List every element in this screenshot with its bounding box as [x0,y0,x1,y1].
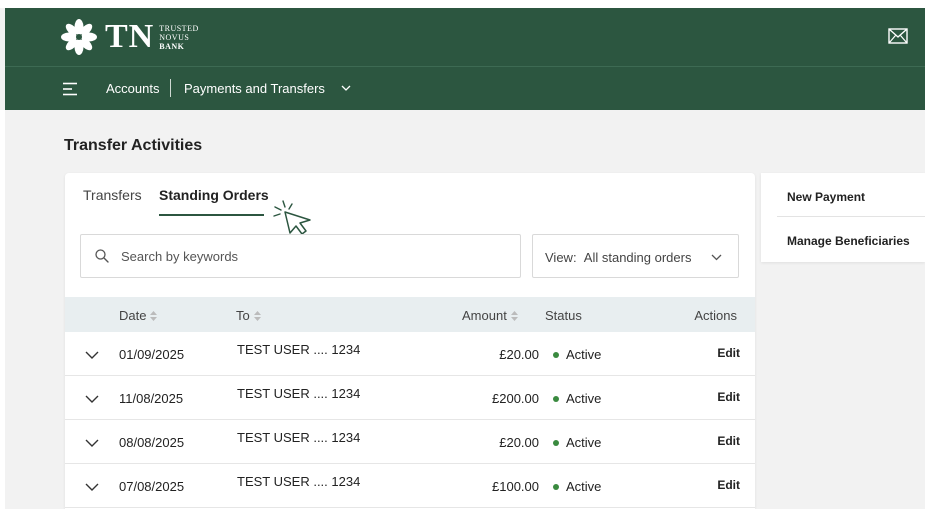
chevron-down-icon[interactable] [85,483,99,491]
row-to: TEST USER .... 1234 [237,474,361,489]
search-input[interactable] [121,235,511,277]
row-to: TEST USER .... 1234 [237,430,361,445]
nav-payments-link[interactable]: Payments and Transfers [184,81,325,96]
column-header-amount-label: Amount [462,308,507,323]
logo-tagline: TRUSTED NOVUS BANK [159,24,199,51]
search-icon [95,249,109,263]
sort-icon [253,310,261,321]
edit-button[interactable]: Edit [717,434,740,448]
status-badge: Active [553,347,601,362]
column-header-status-label: Status [545,308,582,323]
tagline-line-2: NOVUS [159,32,190,42]
view-filter-select[interactable]: View: All standing orders [532,234,739,278]
mail-icon[interactable] [888,28,908,44]
chevron-down-icon [711,254,722,261]
nav-separator [170,79,171,97]
pointer-cursor-icon [273,200,311,235]
row-status: Active [566,479,602,494]
row-status: Active [566,391,602,406]
column-header-actions-label: Actions [694,308,737,323]
manage-beneficiaries-link[interactable]: Manage Beneficiaries [787,234,910,248]
top-strip [0,0,925,8]
sort-icon [510,310,518,321]
tagline-line-3: BANK [159,41,185,51]
column-header-date-label: Date [119,308,147,323]
column-header-actions: Actions [694,308,737,323]
chevron-down-icon[interactable] [341,85,351,92]
status-dot [553,483,559,490]
row-amount: £100.00 [492,479,539,494]
view-filter-prefix: View: [545,250,577,265]
row-amount: £200.00 [492,391,539,406]
logo-text: TN [105,18,155,55]
column-header-amount[interactable]: Amount [462,308,518,323]
chevron-down-icon[interactable] [85,395,99,403]
tab-standing-orders[interactable]: Standing Orders [159,187,269,203]
search-box[interactable] [80,234,521,278]
divider [777,216,925,217]
active-tab-indicator [159,214,264,216]
chevron-down-icon[interactable] [85,439,99,447]
edit-button[interactable]: Edit [717,390,740,404]
column-header-to[interactable]: To [236,308,261,323]
bank-logo[interactable]: TN TRUSTED NOVUS BANK [61,18,199,56]
status-badge: Active [553,479,601,494]
left-strip [0,110,5,509]
main-nav: Accounts Payments and Transfers [5,66,925,110]
table-header: Date To Amount Status Actions [65,297,755,332]
column-header-date[interactable]: Date [119,308,158,323]
row-to: TEST USER .... 1234 [237,342,361,357]
row-date: 07/08/2025 [119,479,185,494]
nav-accounts-link[interactable]: Accounts [106,81,159,96]
row-status: Active [566,347,602,362]
row-date: 01/09/2025 [119,347,185,362]
table-row: 01/09/2025 TEST USER .... 1234 £20.00 Ac… [65,332,755,376]
top-header: TN TRUSTED NOVUS BANK [5,8,925,66]
column-header-status: Status [545,308,582,323]
view-filter-label: View: All standing orders [545,250,691,265]
hamburger-menu-icon[interactable] [63,82,77,96]
star-flower-logo-icon [61,19,97,55]
status-dot [553,351,559,358]
tagline-line-1: TRUSTED [159,23,199,33]
quick-actions-panel: New Payment Manage Beneficiaries [761,173,925,262]
transfer-activities-card: Transfers Standing Orders View: All stan… [65,173,755,509]
row-status: Active [566,435,602,450]
page-title: Transfer Activities [64,137,203,154]
view-filter-value: All standing orders [583,250,692,265]
status-dot [553,395,559,402]
table-row: 08/08/2025 TEST USER .... 1234 £20.00 Ac… [65,420,755,464]
row-date: 11/08/2025 [119,391,184,406]
column-header-to-label: To [236,308,250,323]
tab-transfers[interactable]: Transfers [83,187,142,203]
row-to: TEST USER .... 1234 [237,386,361,401]
status-dot [553,439,559,446]
status-badge: Active [553,391,601,406]
row-amount: £20.00 [499,347,539,362]
row-amount: £20.00 [499,435,539,450]
edit-button[interactable]: Edit [717,346,740,360]
table-row: 07/08/2025 TEST USER .... 1234 £100.00 A… [65,464,755,508]
status-badge: Active [553,435,601,450]
table-row: 11/08/2025 TEST USER .... 1234 £200.00 A… [65,376,755,420]
row-date: 08/08/2025 [119,435,185,450]
sort-icon [150,310,158,321]
new-payment-link[interactable]: New Payment [787,190,865,204]
edit-button[interactable]: Edit [717,478,740,492]
chevron-down-icon[interactable] [85,351,99,359]
